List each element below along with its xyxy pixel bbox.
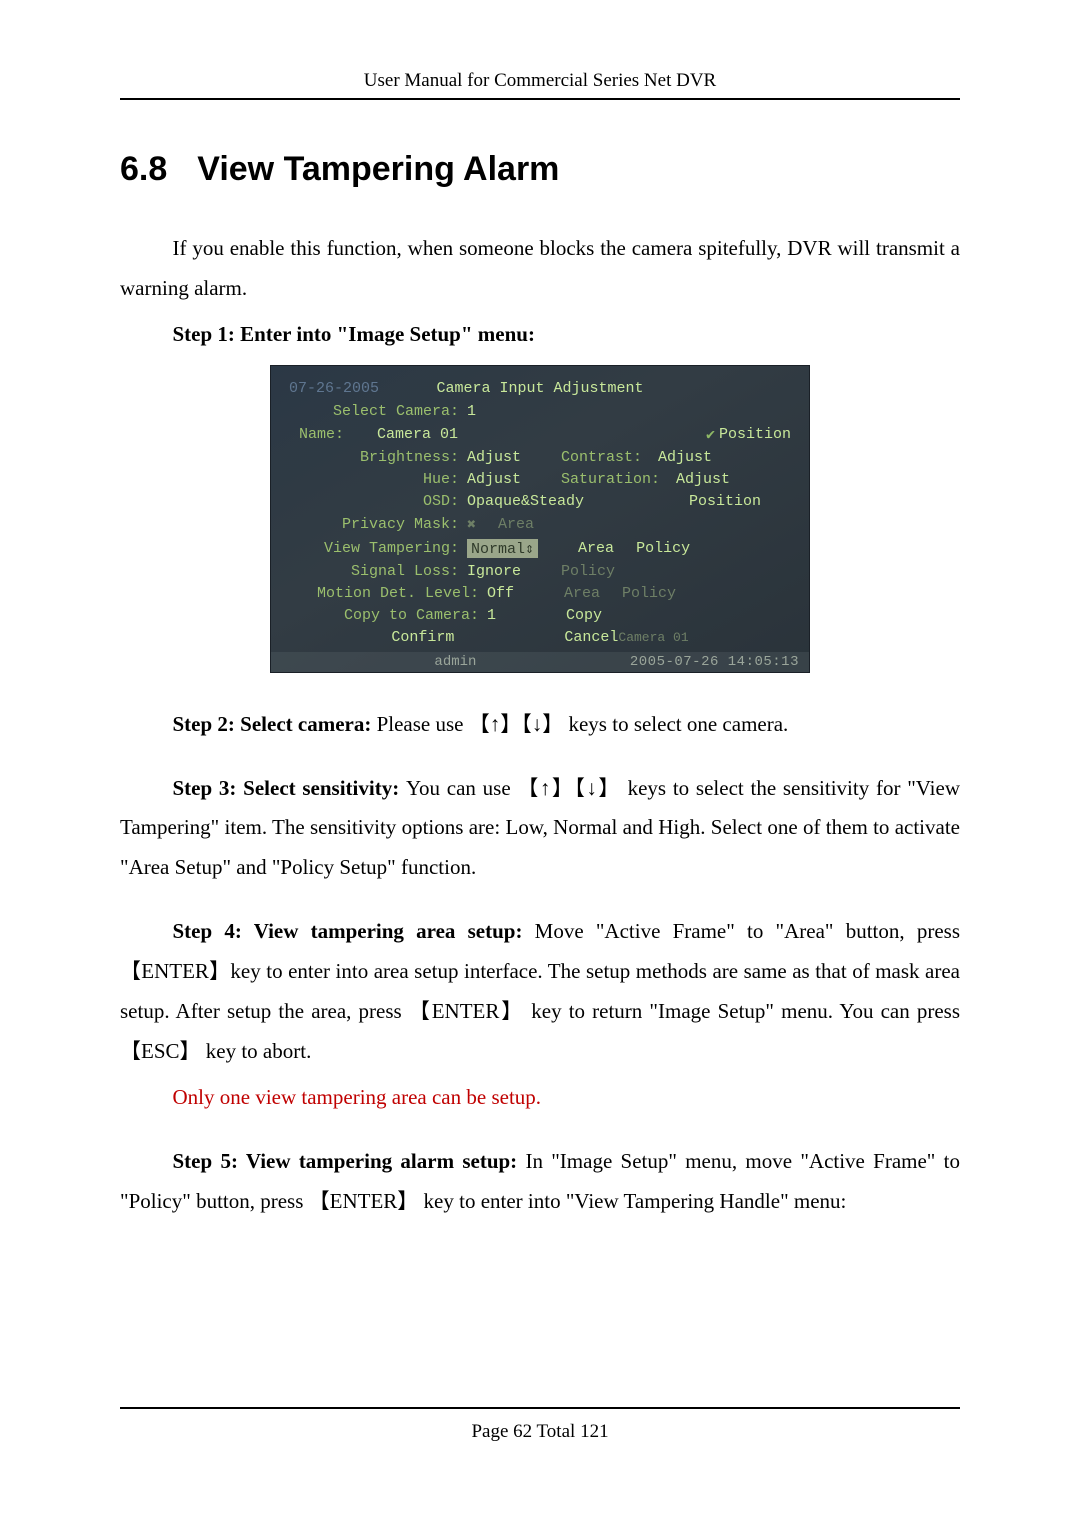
copy-to-camera-value[interactable]: 1 [487, 607, 496, 624]
footer-prefix: Page [471, 1421, 513, 1442]
privacy-x-icon: ✖ [467, 515, 476, 534]
step-1-label: Step 1: Enter into "Image Setup" menu: [120, 315, 960, 355]
motion-policy-button: Policy [622, 585, 676, 602]
vt-policy-button[interactable]: Policy [636, 540, 690, 557]
dvr-screenshot: 07-26-2005 Camera Input Adjustment Selec… [120, 365, 960, 675]
dvr-status-bar: admin 2005-07-26 14:05:13 [271, 652, 809, 672]
contrast-value[interactable]: Adjust [658, 449, 712, 466]
name-label: Name: [289, 426, 377, 443]
brightness-value[interactable]: Adjust [467, 449, 521, 466]
footer-rule [120, 1407, 960, 1409]
select-camera-label: Select Camera: [289, 403, 467, 420]
section-number: 6.8 [120, 150, 167, 189]
dvr-timestamp: 2005-07-26 14:05:13 [630, 654, 799, 670]
saturation-value[interactable]: Adjust [676, 471, 730, 488]
spacer [120, 1227, 960, 1367]
view-tampering-value[interactable]: Normal⇕ [467, 539, 538, 558]
confirm-button[interactable]: Confirm [391, 629, 454, 646]
warning-note: Only one view tampering area can be setu… [120, 1078, 960, 1118]
step-5-label: Step 5: View tampering alarm setup: [173, 1149, 526, 1173]
footer-current-page: 62 [513, 1421, 532, 1442]
hue-label: Hue: [289, 471, 467, 488]
signal-loss-value[interactable]: Ignore [467, 563, 521, 580]
privacy-area-button: Area [498, 516, 534, 533]
view-tampering-label: View Tampering: [289, 540, 467, 557]
vt-area-button[interactable]: Area [578, 540, 614, 557]
motion-det-value[interactable]: Off [487, 585, 514, 602]
step-3-label: Step 3: Select sensitivity: [173, 776, 406, 800]
position-button[interactable]: Position [719, 426, 791, 443]
privacy-mask-label: Privacy Mask: [289, 516, 467, 533]
step-2: Step 2: Select camera: Please use 【↑】【↓】… [120, 705, 960, 745]
page-footer: Page 62 Total 121 [120, 1421, 960, 1443]
dvr-user: admin [434, 654, 476, 670]
hue-value[interactable]: Adjust [467, 471, 521, 488]
document-page: User Manual for Commercial Series Net DV… [0, 0, 1080, 1527]
step-2-text: Please use 【↑】【↓】 keys to select one cam… [377, 712, 789, 736]
header-rule [120, 98, 960, 100]
saturation-label: Saturation: [561, 471, 668, 488]
section-title-text: View Tampering Alarm [197, 150, 559, 188]
step-2-label: Step 2: Select camera: [173, 712, 377, 736]
osd-value[interactable]: Opaque&Steady [467, 493, 584, 510]
step-3: Step 3: Select sensitivity: You can use … [120, 769, 960, 889]
motion-det-label: Motion Det. Level: [289, 585, 487, 602]
signal-policy-button: Policy [561, 563, 615, 580]
step-4: Step 4: View tampering area setup: Move … [120, 912, 960, 1072]
dvr-menu: 07-26-2005 Camera Input Adjustment Selec… [270, 365, 810, 673]
motion-area-button: Area [564, 585, 600, 602]
footer-middle: Total [532, 1421, 580, 1442]
dvr-bg-camera: Camera 01 [618, 630, 688, 645]
intro-paragraph: If you enable this function, when someon… [120, 229, 960, 309]
page-header: User Manual for Commercial Series Net DV… [120, 70, 960, 92]
step-4-label: Step 4: View tampering area setup: [173, 919, 535, 943]
footer-total-pages: 121 [580, 1421, 609, 1442]
cancel-button[interactable]: Cancel [564, 629, 618, 646]
section-heading: 6.8 View Tampering Alarm [120, 150, 960, 189]
step-5: Step 5: View tampering alarm setup: In "… [120, 1142, 960, 1222]
dvr-bg-date: 07-26-2005 [289, 380, 379, 397]
copy-button[interactable]: Copy [566, 607, 602, 624]
check-icon: ✔ [706, 425, 715, 444]
select-camera-value[interactable]: 1 [467, 403, 476, 420]
osd-position-button[interactable]: Position [689, 493, 761, 510]
contrast-label: Contrast: [561, 449, 650, 466]
name-value[interactable]: Camera 01 [377, 426, 458, 443]
brightness-label: Brightness: [289, 449, 467, 466]
copy-to-camera-label: Copy to Camera: [289, 607, 487, 624]
osd-label: OSD: [289, 493, 467, 510]
signal-loss-label: Signal Loss: [289, 563, 467, 580]
